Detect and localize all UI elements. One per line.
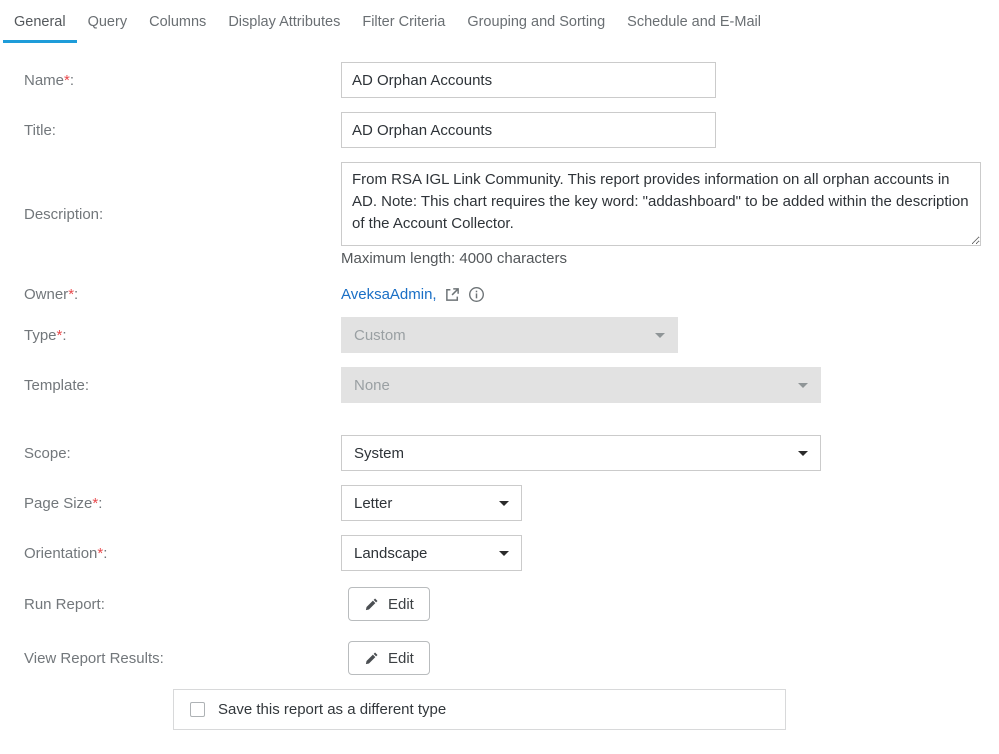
- view-report-results-label: View Report Results:: [0, 650, 341, 667]
- owner-row: Owner*: AveksaAdmin,: [0, 286, 999, 303]
- view-report-results-row: View Report Results: Edit: [0, 641, 999, 675]
- save-as-checkbox[interactable]: [190, 702, 205, 717]
- template-label: Template:: [0, 377, 341, 394]
- page-size-row: Page Size*: Letter: [0, 485, 999, 521]
- name-label: Name*:: [0, 72, 341, 89]
- view-report-results-edit-button[interactable]: Edit: [348, 641, 430, 675]
- owner-link[interactable]: AveksaAdmin,: [341, 286, 437, 303]
- tab-bar: General Query Columns Display Attributes…: [0, 0, 999, 43]
- orientation-row: Orientation*: Landscape: [0, 535, 999, 571]
- orientation-select[interactable]: Landscape: [341, 535, 522, 571]
- scope-select[interactable]: System: [341, 435, 821, 471]
- template-row: Template: None: [0, 367, 999, 403]
- save-as-checkbox-label: Save this report as a different type: [218, 701, 446, 718]
- caret-down-icon: [499, 551, 509, 556]
- template-select: None: [341, 367, 821, 403]
- run-report-label: Run Report:: [0, 596, 341, 613]
- external-link-icon[interactable]: [444, 286, 461, 303]
- tab-grouping-and-sorting[interactable]: Grouping and Sorting: [456, 12, 616, 43]
- caret-down-icon: [655, 333, 665, 338]
- type-label: Type*:: [0, 327, 341, 344]
- page-size-select[interactable]: Letter: [341, 485, 522, 521]
- run-report-edit-button[interactable]: Edit: [348, 587, 430, 621]
- orientation-label: Orientation*:: [0, 545, 341, 562]
- title-label: Title:: [0, 122, 341, 139]
- caret-down-icon: [499, 501, 509, 506]
- tab-general[interactable]: General: [3, 12, 77, 43]
- caret-down-icon: [798, 451, 808, 456]
- tab-schedule-and-email[interactable]: Schedule and E-Mail: [616, 12, 772, 43]
- title-input[interactable]: [341, 112, 716, 148]
- description-label: Description:: [0, 206, 341, 223]
- type-row: Type*: Custom: [0, 317, 999, 353]
- name-row: Name*:: [0, 62, 999, 98]
- description-textarea[interactable]: From RSA IGL Link Community. This report…: [341, 162, 981, 246]
- owner-label: Owner*:: [0, 286, 341, 303]
- max-length-note: Maximum length: 4000 characters: [341, 250, 981, 267]
- general-form: Name*: Title: Description: From RSA IGL …: [0, 43, 999, 754]
- title-row: Title:: [0, 112, 999, 148]
- tab-filter-criteria[interactable]: Filter Criteria: [351, 12, 456, 43]
- scope-row: Scope: System: [0, 435, 999, 471]
- scope-label: Scope:: [0, 445, 341, 462]
- info-icon[interactable]: [468, 286, 485, 303]
- name-input[interactable]: [341, 62, 716, 98]
- pencil-icon: [364, 597, 379, 612]
- save-as-panel: Save this report as a different type: [173, 689, 786, 730]
- run-report-row: Run Report: Edit: [0, 587, 999, 621]
- type-select: Custom: [341, 317, 678, 353]
- description-row: Description: From RSA IGL Link Community…: [0, 162, 999, 267]
- caret-down-icon: [798, 383, 808, 388]
- tab-query[interactable]: Query: [77, 12, 139, 43]
- tab-display-attributes[interactable]: Display Attributes: [217, 12, 351, 43]
- tab-columns[interactable]: Columns: [138, 12, 217, 43]
- page-size-label: Page Size*:: [0, 495, 341, 512]
- pencil-icon: [364, 651, 379, 666]
